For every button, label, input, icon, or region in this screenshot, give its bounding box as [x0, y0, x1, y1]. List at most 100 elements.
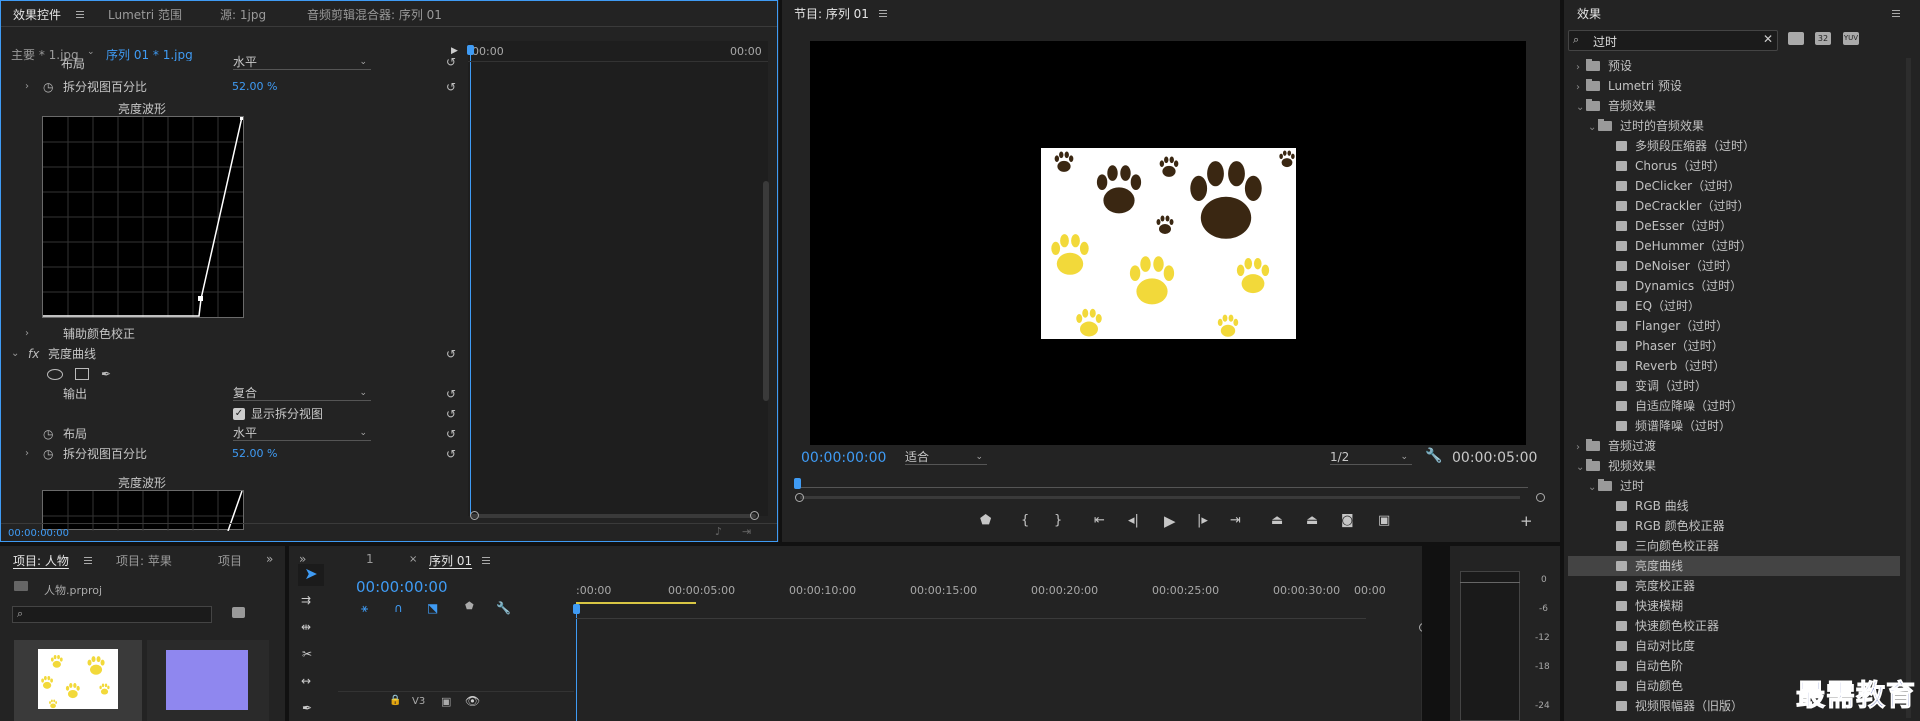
- chevron-down-icon[interactable]: ⌄: [1588, 118, 1598, 138]
- extract-icon[interactable]: ⏏: [1306, 513, 1318, 528]
- effect-item[interactable]: Chorus（过时）: [1572, 156, 1904, 176]
- reset-icon[interactable]: ↺: [446, 344, 456, 364]
- effects-folder[interactable]: ⌄ 过时: [1572, 476, 1904, 496]
- sync-lock-icon[interactable]: ▣: [441, 695, 451, 708]
- effects-search-input[interactable]: 过时: [1593, 33, 1617, 50]
- chevron-down-icon[interactable]: ⌄: [1576, 98, 1586, 118]
- 32bit-effects-icon[interactable]: 32: [1815, 32, 1831, 45]
- luma-curve-graph[interactable]: [42, 116, 244, 318]
- step-back-icon[interactable]: ◂|: [1128, 513, 1139, 528]
- effect-item[interactable]: 自适应降噪（过时）: [1572, 396, 1904, 416]
- yuv-effects-icon[interactable]: YUV: [1843, 32, 1859, 45]
- tab-timeline-1[interactable]: 1: [366, 552, 374, 566]
- tab-sequence-01[interactable]: 序列 01: [429, 552, 472, 569]
- lock-track-icon[interactable]: 🔒: [389, 695, 401, 706]
- tab-source[interactable]: 源: 1jpg: [220, 6, 266, 23]
- show-split-checkbox[interactable]: ✓: [233, 408, 245, 420]
- tab-project-apple[interactable]: 项目: 苹果: [116, 552, 172, 569]
- quality-dropdown[interactable]: 1/2 ⌄: [1330, 450, 1412, 465]
- panel-menu-icon[interactable]: [482, 557, 490, 564]
- split-percent-value-2[interactable]: 52.00 %: [232, 444, 277, 464]
- effect-item[interactable]: DeHummer（过时）: [1572, 236, 1904, 256]
- expand-icon[interactable]: ›: [25, 324, 29, 344]
- add-button-icon[interactable]: +: [1520, 512, 1533, 530]
- mark-out-icon[interactable]: }: [1054, 513, 1062, 528]
- effects-folder[interactable]: › 预设: [1572, 56, 1904, 76]
- reset-icon[interactable]: ↺: [446, 444, 456, 464]
- slip-tool-icon[interactable]: ↔: [301, 674, 311, 688]
- fx-badge[interactable]: fx: [28, 344, 39, 364]
- accelerated-effects-icon[interactable]: [1788, 32, 1804, 45]
- stopwatch-icon[interactable]: ◷: [43, 77, 53, 97]
- effect-item[interactable]: 亮度校正器: [1572, 576, 1904, 596]
- ec-scrollbar[interactable]: [763, 181, 769, 401]
- step-forward-icon[interactable]: |▸: [1197, 513, 1208, 528]
- tab-effect-controls[interactable]: 效果控件: [13, 6, 61, 23]
- effects-folder[interactable]: › 音频过渡: [1572, 436, 1904, 456]
- effect-item[interactable]: 自动对比度: [1572, 636, 1904, 656]
- snap-icon[interactable]: ∩: [394, 601, 403, 615]
- effect-item[interactable]: 变调（过时）: [1572, 376, 1904, 396]
- add-marker-icon[interactable]: ⬟: [980, 513, 991, 528]
- razor-tool-icon[interactable]: ✂: [302, 647, 312, 661]
- chevron-right-icon[interactable]: ›: [1576, 438, 1586, 458]
- tab-project-people[interactable]: 项目: 人物: [13, 552, 69, 569]
- ec-mini-timeline[interactable]: 00:00 00:00: [467, 41, 768, 516]
- effect-item[interactable]: DeClicker（过时）: [1572, 176, 1904, 196]
- effect-item[interactable]: 多频段压缩器（过时）: [1572, 136, 1904, 156]
- thumbnail-color-matte[interactable]: [147, 640, 269, 721]
- timeline-settings-icon[interactable]: 🔧: [496, 601, 511, 615]
- effects-search-box[interactable]: ⌕ 过时 ✕: [1568, 30, 1778, 51]
- export-frame-icon[interactable]: ◙: [1341, 513, 1354, 528]
- effect-item[interactable]: RGB 曲线: [1572, 496, 1904, 516]
- output-dropdown[interactable]: 复合 ⌄: [233, 386, 371, 401]
- timeline-playhead-head[interactable]: [573, 604, 580, 614]
- effect-item[interactable]: EQ（过时）: [1572, 296, 1904, 316]
- image-clip[interactable]: [1041, 148, 1296, 339]
- effects-title[interactable]: 效果: [1577, 5, 1601, 22]
- project-search-input[interactable]: ⌕: [12, 606, 212, 623]
- effect-item[interactable]: 亮度曲线: [1568, 556, 1900, 576]
- work-area-bar[interactable]: [576, 602, 696, 604]
- video-frame[interactable]: [810, 41, 1526, 445]
- effect-item[interactable]: DeEsser（过时）: [1572, 216, 1904, 236]
- effect-item[interactable]: 三向颜色校正器: [1572, 536, 1904, 556]
- effect-item[interactable]: 快速模糊: [1572, 596, 1904, 616]
- go-to-in-icon[interactable]: ⇤: [1094, 513, 1105, 528]
- chevron-down-icon[interactable]: ⌄: [1588, 478, 1598, 498]
- ec-timecode[interactable]: 00:00:00:00: [8, 528, 69, 539]
- ec-zoom-right-handle[interactable]: [750, 511, 759, 520]
- pen-tool-icon[interactable]: ✒: [302, 701, 312, 715]
- lift-icon[interactable]: ⏏: [1271, 513, 1283, 528]
- stopwatch-icon[interactable]: ◷: [43, 424, 53, 444]
- program-title[interactable]: 节目: 序列 01: [794, 5, 869, 22]
- stopwatch-icon[interactable]: ◷: [43, 444, 53, 464]
- split-percent-value[interactable]: 52.00 %: [232, 77, 277, 97]
- linked-selection-icon[interactable]: ⬔: [427, 601, 438, 615]
- tab-audio-clip-mixer[interactable]: 音频剪辑混合器: 序列 01: [307, 6, 442, 23]
- track-label[interactable]: V3: [412, 696, 425, 707]
- effect-item[interactable]: RGB 颜色校正器: [1572, 516, 1904, 536]
- timeline-playhead[interactable]: [576, 604, 577, 721]
- collapse-icon[interactable]: ⌄: [11, 344, 19, 364]
- effect-item[interactable]: DeCrackler（过时）: [1572, 196, 1904, 216]
- clear-search-icon[interactable]: ✕: [1763, 32, 1773, 46]
- effects-scrollbar[interactable]: [1906, 58, 1911, 718]
- track-select-tool-icon[interactable]: ⇉: [301, 593, 311, 607]
- eye-icon[interactable]: 👁: [465, 694, 480, 708]
- panel-menu-icon[interactable]: [879, 10, 887, 17]
- program-zoom-right[interactable]: [1536, 493, 1545, 502]
- reset-icon[interactable]: ↺: [446, 77, 456, 97]
- expand-icon[interactable]: ›: [25, 77, 29, 97]
- panel-menu-icon[interactable]: [84, 557, 92, 564]
- ellipse-mask-icon[interactable]: [47, 369, 63, 380]
- play-icon[interactable]: ▶: [1164, 512, 1176, 530]
- find-icon[interactable]: [232, 607, 245, 618]
- ripple-edit-tool-icon[interactable]: ⇹: [301, 620, 311, 634]
- nest-toggle-icon[interactable]: ⚹: [361, 601, 368, 616]
- program-zoom-bar[interactable]: [800, 496, 1520, 499]
- fit-dropdown[interactable]: 适合 ⌄: [905, 450, 987, 465]
- chevron-down-icon[interactable]: ⌄: [1576, 458, 1586, 478]
- tab-lumetri-scopes[interactable]: Lumetri 范围: [108, 6, 182, 23]
- ec-playhead-head[interactable]: [467, 45, 474, 55]
